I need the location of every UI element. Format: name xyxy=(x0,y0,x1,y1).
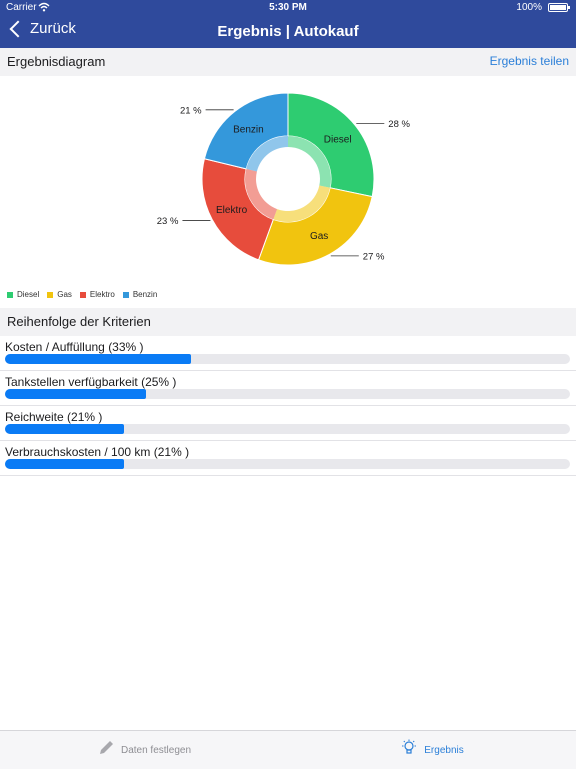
slice-name-label: Benzin xyxy=(233,125,264,136)
criteria-row: Kosten / Auffüllung (33% ) xyxy=(0,336,576,371)
criteria-row: Reichweite (21% ) xyxy=(0,406,576,441)
result-donut-chart: Diesel 28 % Gas 27 % Elektro 23 % Benzin 21 % xyxy=(0,76,576,306)
slice-name-label: Diesel xyxy=(324,135,352,146)
chart-legend: Diesel Gas Elektro Benzin xyxy=(7,290,165,299)
top-bar: Carrier 5:30 PM 100% Zurück Ergebnis | A… xyxy=(0,0,576,48)
tab-label: Ergebnis xyxy=(424,744,464,756)
criteria-progress-track xyxy=(5,389,570,399)
battery-icon xyxy=(548,3,570,12)
status-time: 5:30 PM xyxy=(269,2,307,13)
tab-ergebnis[interactable]: Ergebnis xyxy=(288,731,576,769)
slice-percent-label: 23 % xyxy=(157,216,179,227)
legend-swatch xyxy=(122,291,129,298)
pencil-icon xyxy=(97,739,115,762)
criteria-label: Kosten / Auffüllung (33% ) xyxy=(5,340,144,354)
legend-item-elektro: Elektro xyxy=(79,290,115,299)
criteria-row: Tankstellen verfügbarkeit (25% ) xyxy=(0,371,576,406)
legend-swatch xyxy=(79,291,86,298)
criteria-label: Reichweite (21% ) xyxy=(5,410,103,424)
legend-item-diesel: Diesel xyxy=(7,290,39,299)
criteria-progress-track xyxy=(5,459,570,469)
tab-bar: Daten festlegen Ergebnis xyxy=(0,730,576,769)
share-result-button[interactable]: Ergebnis teilen xyxy=(490,54,569,68)
criteria-progress-track xyxy=(5,354,570,364)
battery-percent: 100% xyxy=(516,2,542,13)
criteria-section-title: Reihenfolge der Kriterien xyxy=(7,314,151,329)
slice-percent-label: 21 % xyxy=(180,105,202,116)
lightbulb-icon xyxy=(400,739,418,762)
tab-daten-festlegen[interactable]: Daten festlegen xyxy=(0,731,288,769)
status-bar: Carrier 5:30 PM 100% xyxy=(0,0,576,16)
tab-label: Daten festlegen xyxy=(120,744,192,756)
legend-item-gas: Gas xyxy=(47,290,72,299)
legend-swatch xyxy=(47,291,54,298)
criteria-row: Verbrauchskosten / 100 km (21% ) xyxy=(0,441,576,476)
diagram-section-header: Ergebnisdiagram Ergebnis teilen xyxy=(0,48,576,76)
criteria-list: Kosten / Auffüllung (33% ) Tankstellen ve… xyxy=(0,336,576,476)
legend-item-benzin: Benzin xyxy=(122,290,158,299)
diagram-section-title: Ergebnisdiagram xyxy=(7,54,106,69)
criteria-progress-track xyxy=(5,424,570,434)
slice-percent-label: 27 % xyxy=(363,251,385,262)
criteria-label: Tankstellen verfügbarkeit (25% ) xyxy=(5,375,177,389)
criteria-progress-fill xyxy=(5,389,147,399)
page-title: Ergebnis | Autokauf xyxy=(217,23,359,40)
navigation-bar: Zurück Ergebnis | Autokauf xyxy=(0,16,576,48)
legend-label: Gas xyxy=(57,290,72,299)
legend-label: Elektro xyxy=(89,290,115,299)
criteria-progress-fill xyxy=(5,424,124,434)
legend-swatch xyxy=(7,291,13,298)
slice-percent-label: 28 % xyxy=(388,119,410,130)
criteria-progress-fill xyxy=(5,354,192,364)
donut-chart-svg: Diesel 28 % Gas 27 % Elektro 23 % Benzin 21 % xyxy=(157,92,411,266)
legend-label: Benzin xyxy=(132,290,158,299)
criteria-progress-fill xyxy=(5,459,124,469)
criteria-section-header: Reihenfolge der Kriterien xyxy=(0,308,576,336)
legend-label: Diesel xyxy=(17,290,40,299)
criteria-label: Verbrauchskosten / 100 km (21% ) xyxy=(5,445,190,459)
slice-name-label: Elektro xyxy=(216,205,248,216)
slice-name-label: Gas xyxy=(310,231,328,242)
